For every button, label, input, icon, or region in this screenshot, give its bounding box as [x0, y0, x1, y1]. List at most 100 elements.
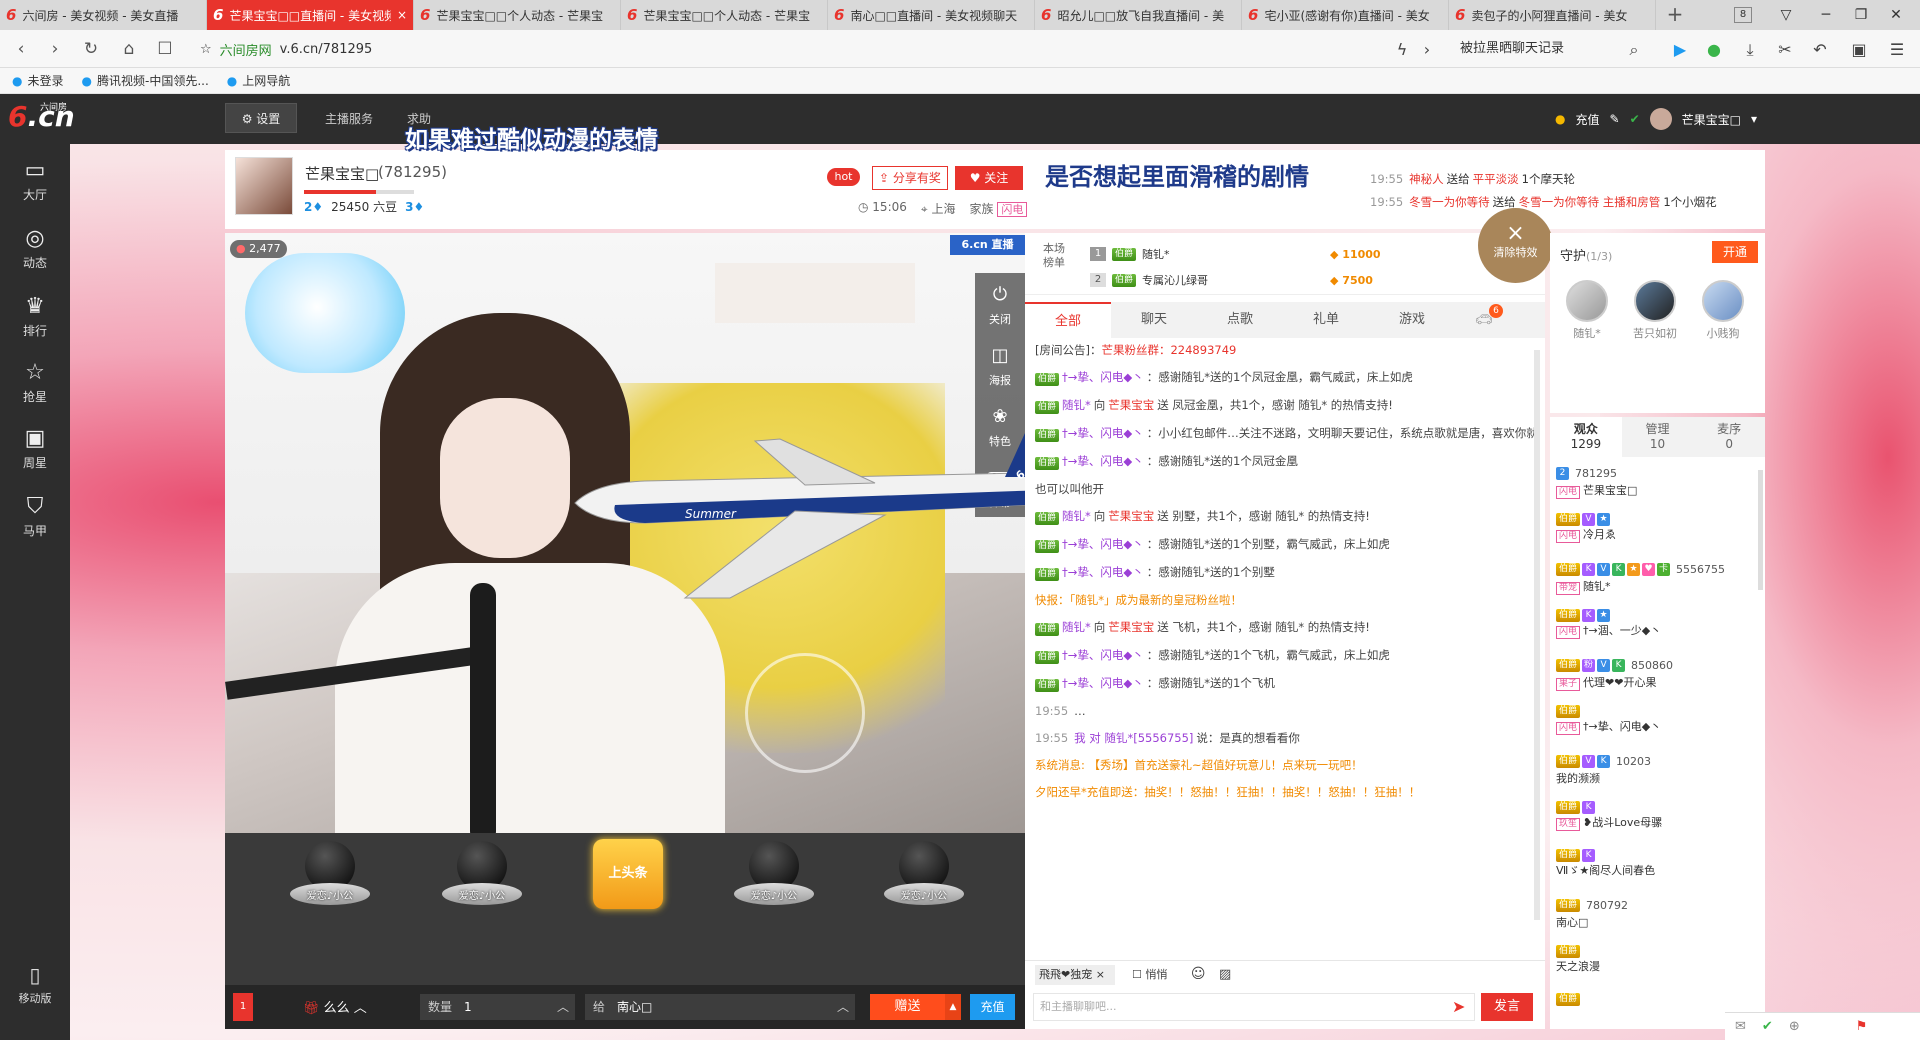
lightning-icon[interactable]: ϟ [1390, 38, 1414, 62]
chevron-down-icon[interactable]: ▾ [1751, 112, 1757, 126]
guard-avatar[interactable]: 随钆* [1562, 280, 1612, 341]
chat-tab[interactable]: 游戏 [1369, 302, 1455, 338]
recipient-select[interactable]: 给 南心□ ︿ [585, 994, 855, 1020]
recharge-button[interactable]: 充值 [970, 994, 1015, 1020]
live-video[interactable]: ● 2,477 6.cn 直播 ⏻关闭 ◫海报 ❀特色 OFF弹幕 Summer… [225, 233, 1025, 833]
audience-item[interactable]: 2 781295 闪电 芒果宝宝□ [1556, 465, 1756, 513]
chat-user[interactable]: †→挚、闪电◆丶 [1062, 426, 1144, 440]
clear-effects-button[interactable]: × 清除特效 [1478, 208, 1553, 283]
audience-item[interactable]: 伯爵粉 V K 850860 果子 代理❤❤开心果 [1556, 657, 1756, 705]
recharge-link[interactable]: 充值 [1575, 111, 1599, 128]
chat-host[interactable]: 芒果宝宝 [1108, 620, 1154, 634]
message-input[interactable]: 和主播聊聊吧... [1033, 993, 1475, 1021]
chat-user[interactable]: †→挚、闪电◆丶 [1062, 676, 1144, 690]
edit-icon[interactable]: ✎ [1610, 112, 1620, 126]
tab-audience[interactable]: 观众 1299 [1550, 417, 1622, 457]
emoji-icon[interactable]: ☺ [1191, 966, 1206, 982]
chat-tab[interactable]: 全部 [1025, 302, 1111, 338]
tab-mic-queue[interactable]: 麦序 0 [1693, 417, 1765, 457]
nav-rank[interactable]: ♛ 排行 [0, 292, 70, 352]
guest-seat[interactable]: 爱恋♪小公 [879, 841, 969, 921]
guest-seat[interactable]: 爱恋♪小公 [729, 841, 819, 921]
follow-button[interactable]: ♥ 关注 [955, 166, 1023, 190]
nav-weekstar[interactable]: ▣ 周星 [0, 424, 70, 484]
close-window-icon[interactable]: ✕ [1885, 4, 1907, 26]
send-message-button[interactable]: 发言 [1481, 993, 1533, 1021]
chat-user[interactable]: †→挚、闪电◆丶 [1062, 537, 1144, 551]
tab-admins[interactable]: 管理 10 [1622, 417, 1694, 457]
audience-item[interactable]: 伯爵 K 玖笙 ❥战斗Love母骡 [1556, 801, 1756, 849]
rank-row[interactable]: 2 伯爵 专属沁儿绿哥 ◆ 7500 [1090, 268, 1530, 292]
nav-hall[interactable]: ▭ 大厅 [0, 156, 70, 216]
host-service-link[interactable]: 主播服务 [325, 110, 373, 127]
browser-tab[interactable]: 6 芒果宝宝□□个人动态 - 芒果宝 [621, 0, 828, 30]
gift-box-button[interactable]: 1 [233, 993, 253, 1021]
chat-user[interactable]: †→挚、闪电◆丶 [1062, 565, 1144, 579]
chat-scrollbar[interactable] [1534, 350, 1540, 920]
headline-button[interactable]: 上头条 [593, 839, 663, 909]
search-input[interactable]: 被拉黑晒聊天记录 [1450, 36, 1650, 62]
nav-star[interactable]: ☆ 抢星 [0, 358, 70, 418]
image-icon[interactable]: ▨ [1219, 967, 1231, 982]
browser-tab[interactable]: 6 昭允儿□□放飞自我直播间 - 美 [1035, 0, 1242, 30]
tab-close-icon[interactable]: × [397, 8, 407, 22]
share-button[interactable]: ⇪ 分享有奖 [872, 166, 948, 190]
feed-user[interactable]: 神秘人 [1409, 172, 1444, 186]
open-guard-button[interactable]: 开通 [1712, 241, 1758, 263]
send-gift-button[interactable]: 赠送 [870, 994, 945, 1020]
audience-item[interactable]: 伯爵 K Ⅶゞ★阁尽人间春色 [1556, 849, 1756, 897]
search-icon[interactable]: ⌕ [1622, 38, 1646, 62]
host-avatar[interactable] [235, 157, 293, 215]
bookmark-item[interactable]: ● 腾讯视频-中国领先... [82, 72, 209, 89]
browser-tab[interactable]: 6 芒果宝宝□□个人动态 - 芒果宝 [414, 0, 621, 30]
undo-icon[interactable]: ↶ [1808, 38, 1832, 62]
username[interactable]: 芒果宝宝□ [1682, 111, 1741, 128]
browser-tab[interactable]: 6 南心□□直播间 - 美女视频聊天 [828, 0, 1035, 30]
nav-feed[interactable]: ◎ 动态 [0, 224, 70, 284]
zoom-icon[interactable]: ⊕ [1789, 1019, 1800, 1034]
family-tag[interactable]: 闪电 [997, 202, 1028, 217]
chat-user[interactable]: †→挚、闪电◆丶 [1062, 370, 1144, 384]
host-name[interactable]: 芒果宝宝□ [305, 163, 379, 184]
audience-item[interactable]: 伯爵 V K 10203 我的濒濒 [1556, 753, 1756, 801]
audience-item[interactable]: 伯爵 780792 南心□ [1556, 897, 1756, 945]
audience-item[interactable]: 伯爵 K V K ★ ♥ 卡 5556755 带宠 随钆* [1556, 561, 1756, 609]
restore-icon[interactable]: ❐ [1850, 4, 1872, 26]
alert-icon[interactable]: ⚑ [1856, 1019, 1868, 1034]
extension-icon[interactable]: ▣ [1847, 38, 1871, 62]
browser-tab[interactable]: 6 卖包子的小阿狸直播间 - 美女 [1449, 0, 1656, 30]
download-icon[interactable]: ⤓ [1738, 38, 1762, 62]
audience-item[interactable]: 伯爵 天之浪漫 [1556, 945, 1756, 993]
chat-tab[interactable]: 点歌 [1197, 302, 1283, 338]
chat-host[interactable]: 芒果宝宝 [1108, 509, 1154, 523]
bookmark-item[interactable]: ● 未登录 [12, 72, 64, 89]
audience-item[interactable]: 伯爵 V ★ 闪电 冷月ゑ [1556, 513, 1756, 561]
bookmark-item[interactable]: ● 上网导航 [227, 72, 291, 89]
chat-host[interactable]: 芒果宝宝 [1108, 398, 1154, 412]
home-icon[interactable]: ⌂ [116, 36, 142, 62]
chevron-right-icon[interactable]: › [1415, 38, 1439, 62]
reload-icon[interactable]: ↻ [78, 36, 104, 62]
menu-icon[interactable]: ☰ [1885, 38, 1909, 62]
chat-user[interactable]: 随钆* [1062, 620, 1091, 634]
feed-target[interactable]: 平平淡淡 [1473, 172, 1519, 186]
chat-user[interactable]: 随钆* [1062, 398, 1091, 412]
poster-button[interactable]: ◫ 海报 [975, 334, 1025, 394]
private-checkbox[interactable]: ☐ 悄悄 ☺ ▨ [1132, 966, 1231, 982]
guard-avatar[interactable]: 苦只如初 [1630, 280, 1680, 341]
mail-icon[interactable]: ✉ [1735, 1019, 1746, 1034]
chat-user[interactable]: †→挚、闪电◆丶 [1062, 648, 1144, 662]
audience-scrollbar[interactable] [1758, 470, 1763, 590]
settings-button[interactable]: ⚙ 设置 [225, 103, 297, 133]
send-options-icon[interactable]: ▲ [945, 994, 961, 1020]
feed-user[interactable]: 冬雪一为你等待 [1409, 195, 1490, 209]
mobile-version-link[interactable]: ▯ 移动版 [0, 960, 70, 1030]
back-icon[interactable]: ‹ [8, 36, 34, 62]
forward-icon[interactable]: › [42, 36, 68, 62]
chat-tab[interactable]: 聊天 [1111, 302, 1197, 338]
star-icon[interactable]: ☆ [200, 42, 212, 57]
car-icon[interactable]: 🚗︎ 6 [1475, 304, 1503, 328]
chat-user[interactable]: 随钆* [1062, 509, 1091, 523]
audience-item[interactable]: 伯爵 K ★ 闪电 †→涸、一少◆丶 [1556, 609, 1756, 657]
close-stream-button[interactable]: ⏻ 关闭 [975, 273, 1025, 333]
